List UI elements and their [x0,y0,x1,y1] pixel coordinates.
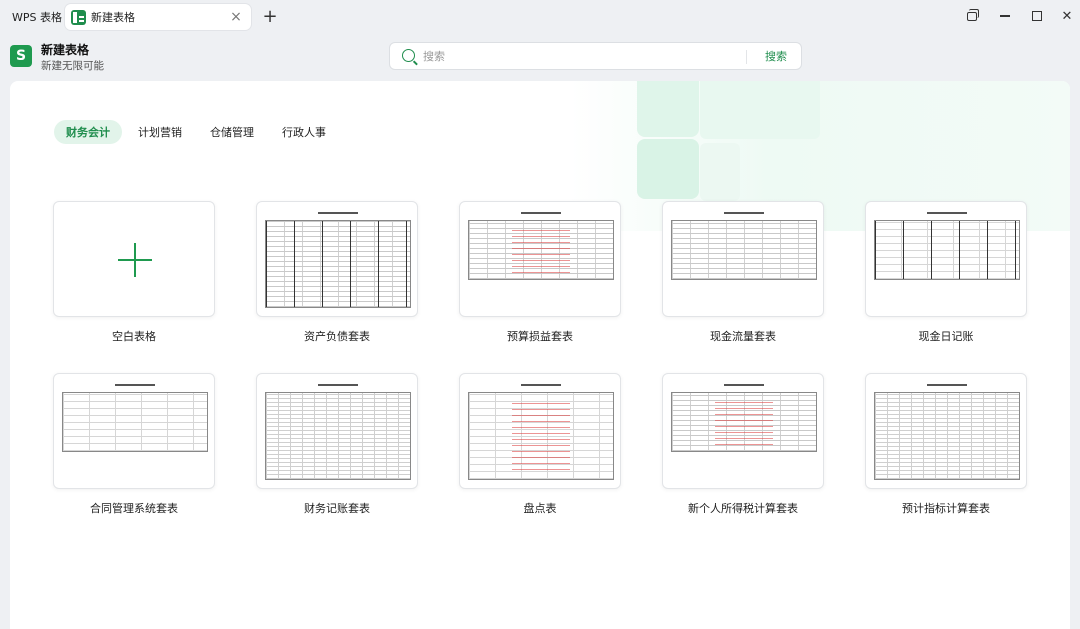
sheet-preview [874,384,1020,480]
search-input[interactable] [423,46,743,66]
sheet-grid [874,220,1020,280]
category-tab-hr[interactable]: 行政人事 [270,120,338,144]
template-card[interactable]: 财务记账套表 [256,373,418,516]
template-label: 现金日记账 [918,330,974,343]
template-thumbnail[interactable] [459,201,621,317]
template-label: 现金流量套表 [710,330,776,343]
template-thumbnail[interactable] [53,373,215,489]
sheet-preview [62,384,208,480]
template-card[interactable]: 盘点表 [459,373,621,516]
tab-new-sheet-label: 新建表格 [91,11,135,24]
close-icon[interactable]: × [227,8,245,26]
template-card[interactable]: 现金日记账 [865,201,1027,344]
template-label: 财务记账套表 [304,502,370,515]
template-thumbnail[interactable] [865,201,1027,317]
decorative-shape [637,139,699,199]
category-tabs: 财务会计 计划营销 仓储管理 行政人事 [54,120,342,144]
category-tab-finance[interactable]: 财务会计 [54,120,122,144]
sheet-preview [265,384,411,480]
sheet-preview [265,212,411,308]
template-thumbnail[interactable] [662,373,824,489]
blank-sheet-thumbnail[interactable] [53,201,215,317]
sheet-grid [468,220,614,280]
template-label: 空白表格 [112,330,156,343]
template-label: 预计指标计算套表 [902,502,990,515]
sheet-grid [874,392,1020,480]
decorative-shape [700,143,740,201]
sheet-preview [874,212,1020,308]
tab-wps-label: WPS 表格 [12,11,62,24]
sheet-grid [265,220,411,308]
spreadsheet-icon [71,9,86,25]
template-thumbnail[interactable] [256,201,418,317]
window-maximize-icon[interactable] [1027,6,1047,26]
page-title: 新建表格 [41,43,90,57]
template-label: 合同管理系统套表 [90,502,178,515]
sheet-preview [671,212,817,308]
sheet-grid [671,392,817,452]
tab-new-sheet[interactable]: 新建表格 × [65,4,251,30]
sheet-grid [265,392,411,480]
sheet-grid [468,392,614,480]
search-box: 搜索 [389,42,802,70]
search-divider [746,50,747,64]
title-bar: WPS 表格 新建表格 × + ✕ [0,0,1080,32]
template-thumbnail[interactable] [256,373,418,489]
app-logo: S [10,45,32,67]
template-label: 预算损益套表 [507,330,573,343]
search-icon [402,49,415,62]
template-label: 资产负债套表 [304,330,370,343]
sheet-grid [62,392,208,452]
decorative-shape [700,81,820,139]
sheet-grid [671,220,817,280]
template-label: 盘点表 [523,502,557,515]
template-card[interactable]: 预算损益套表 [459,201,621,344]
sheet-preview [671,384,817,480]
plus-icon [118,243,152,277]
template-card[interactable]: 空白表格 [53,201,215,344]
tab-wps-home[interactable]: WPS 表格 [6,4,62,30]
window-close-icon[interactable]: ✕ [1057,6,1077,26]
category-tab-warehouse[interactable]: 仓储管理 [198,120,266,144]
template-card[interactable]: 资产负债套表 [256,201,418,344]
template-card[interactable]: 预计指标计算套表 [865,373,1027,516]
page-subtitle: 新建无限可能 [41,60,104,72]
template-card[interactable]: 现金流量套表 [662,201,824,344]
template-card[interactable]: 新个人所得税计算套表 [662,373,824,516]
add-tab-icon[interactable]: + [260,5,280,27]
window-restore-icon[interactable] [962,6,982,26]
decorative-shape [637,81,699,137]
template-panel: 财务会计 计划营销 仓储管理 行政人事 空白表格 资产负债套表 预算损益套表 现… [10,81,1070,629]
category-tab-marketing[interactable]: 计划营销 [126,120,194,144]
template-thumbnail[interactable] [865,373,1027,489]
search-button[interactable]: 搜索 [756,46,796,66]
template-card[interactable]: 合同管理系统套表 [53,373,215,516]
sheet-preview [468,212,614,308]
template-thumbnail[interactable] [459,373,621,489]
sheet-preview [468,384,614,480]
window-minimize-icon[interactable] [995,6,1015,26]
template-thumbnail[interactable] [662,201,824,317]
template-label: 新个人所得税计算套表 [688,502,798,515]
